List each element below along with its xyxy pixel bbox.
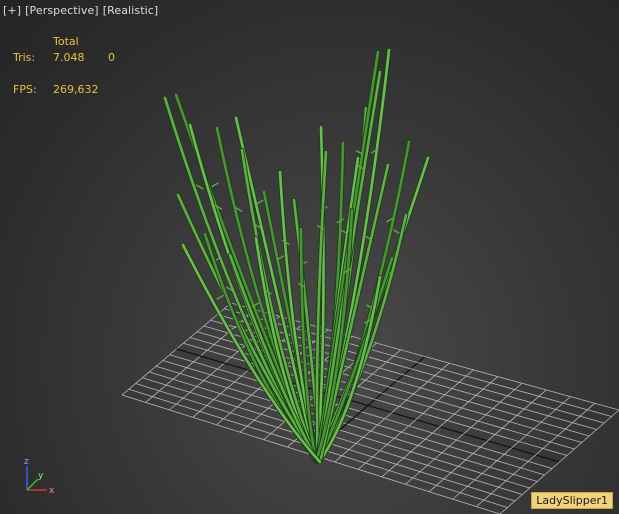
tris-selected-value: 0 <box>108 51 115 64</box>
plant-leaf <box>216 294 225 300</box>
fps-value: 269,632 <box>53 83 99 96</box>
axis-gizmo: z x y <box>24 457 55 496</box>
plant-leaf <box>195 184 204 190</box>
object-name-label[interactable]: LadySlipper1 <box>531 492 613 509</box>
grid-line <box>405 382 523 485</box>
stats-column-header: Total <box>53 35 79 48</box>
viewport-label-menu: [+] [Perspective] [Realistic] <box>3 4 158 17</box>
axis-x-label: x <box>49 486 55 496</box>
grid-line <box>452 396 571 500</box>
perspective-viewport[interactable]: z x y [+] [Perspective] [Realistic] Tota… <box>0 0 619 514</box>
viewport-view-menu[interactable]: [Perspective] <box>25 4 99 17</box>
viewport-shading-menu[interactable]: [Realistic] <box>103 4 159 17</box>
lady-slipper-plant[interactable] <box>162 47 431 465</box>
plant-leaf <box>211 182 219 188</box>
grid-line <box>428 389 547 492</box>
grid-line <box>183 342 568 456</box>
axis-z-label: z <box>24 457 29 467</box>
axis-y-line <box>26 478 39 491</box>
fps-label: FPS: <box>13 83 37 96</box>
plant-leaf <box>393 229 401 235</box>
viewport-general-menu[interactable]: [+] <box>3 4 21 17</box>
tris-total-value: 7.048 <box>53 51 85 64</box>
axis-y-label: y <box>38 471 44 481</box>
tris-label: Tris: <box>13 51 36 64</box>
grid-line <box>381 376 499 478</box>
grid-line <box>190 337 575 450</box>
grid-line <box>357 369 474 470</box>
viewport-scene: z x y <box>24 47 619 514</box>
